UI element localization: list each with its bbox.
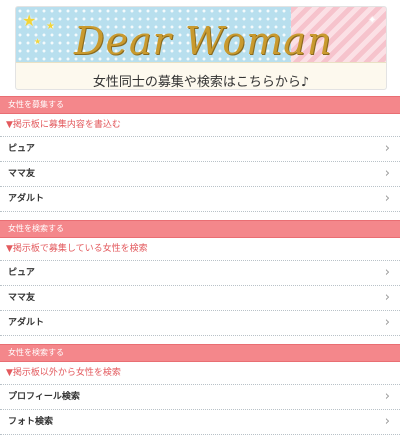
section-sub-label: ▼掲示板で募集している女性を検索	[0, 238, 400, 261]
section-header-search: 女性を検索する	[0, 220, 400, 238]
section-header-search-other: 女性を検索する	[0, 344, 400, 362]
list-item-pure[interactable]: ピュア ›	[0, 137, 400, 162]
chevron-right-icon: ›	[384, 141, 390, 156]
star-icon: ★	[46, 21, 55, 32]
list-item-adult[interactable]: アダルト ›	[0, 187, 400, 212]
star-icon: ★	[22, 11, 37, 30]
chevron-right-icon: ›	[384, 414, 390, 429]
list-item-label: ピュア	[8, 144, 35, 154]
section-sub-label: ▼掲示板に募集内容を書込む	[0, 114, 400, 137]
chevron-right-icon: ›	[384, 315, 390, 330]
list-item-mama-friend[interactable]: ママ友 ›	[0, 162, 400, 187]
list-item-label: ママ友	[8, 169, 36, 179]
list-item-label: フォト検索	[8, 417, 54, 427]
list-item-pure[interactable]: ピュア ›	[0, 261, 400, 286]
list-item-label: アダルト	[8, 194, 45, 204]
list-item-mama-friend[interactable]: ママ友 ›	[0, 286, 400, 311]
list-item-profile-search[interactable]: プロフィール検索 ›	[0, 385, 400, 410]
sparkle-icon: ✦	[368, 15, 377, 26]
list-item-photo-search[interactable]: フォト検索 ›	[0, 410, 400, 435]
dear-woman-banner[interactable]: ★ ★ ★ ✦ Dear Woman 女性同士の募集や検索はこちらから♪	[15, 6, 387, 90]
chevron-right-icon: ›	[384, 166, 390, 181]
section-sub-label: ▼掲示板以外から女性を検索	[0, 362, 400, 385]
list-item-adult[interactable]: アダルト ›	[0, 311, 400, 336]
list-item-label: アダルト	[8, 318, 45, 328]
star-icon: ★	[34, 37, 42, 46]
chevron-right-icon: ›	[384, 265, 390, 280]
chevron-right-icon: ›	[384, 191, 390, 206]
list-item-label: ママ友	[8, 293, 36, 303]
list-item-label: プロフィール検索	[8, 392, 80, 402]
chevron-right-icon: ›	[384, 290, 390, 305]
chevron-right-icon: ›	[384, 389, 390, 404]
banner-subtitle: 女性同士の募集や検索はこちらから♪	[92, 75, 310, 90]
section-header-recruit: 女性を募集する	[0, 96, 400, 114]
list-item-label: ピュア	[8, 268, 35, 278]
banner-title: Dear Woman	[74, 19, 333, 63]
